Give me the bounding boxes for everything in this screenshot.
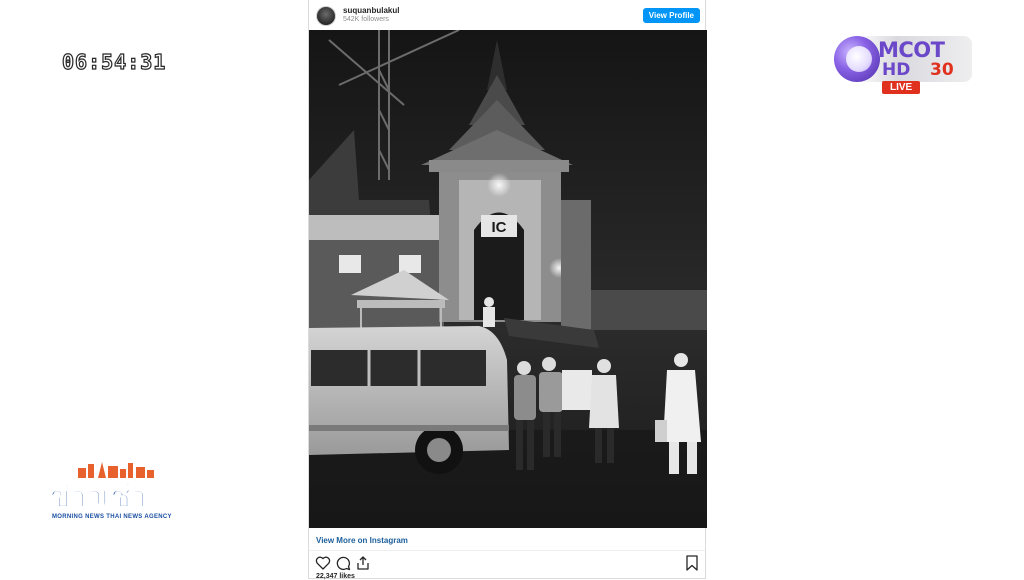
- photo-scene: IC: [309, 30, 707, 528]
- bookmark-icon[interactable]: [685, 555, 699, 571]
- divider: [309, 550, 705, 551]
- instagram-embed: suquanbulakul 542K followers View Profil…: [308, 0, 707, 580]
- embed-header: suquanbulakul 542K followers View Profil…: [309, 0, 705, 30]
- logo-hd: HD: [882, 60, 911, 80]
- photo-sign-text: IC: [492, 219, 507, 236]
- avatar[interactable]: [316, 6, 336, 26]
- logo-word: MCOT: [878, 38, 945, 62]
- view-profile-button[interactable]: View Profile: [642, 8, 700, 23]
- heart-icon[interactable]: [315, 555, 331, 571]
- comment-icon[interactable]: [335, 555, 351, 571]
- post-photo[interactable]: IC: [309, 30, 707, 528]
- news-logo-subtitle: MORNING NEWS THAI NEWS AGENCY: [52, 514, 172, 520]
- logo-channel-number: 30: [930, 60, 954, 80]
- live-badge: LIVE: [882, 81, 921, 94]
- channel-logo: MCOT HD 30 LIVE: [834, 36, 974, 96]
- share-icon[interactable]: [355, 555, 371, 571]
- username[interactable]: suquanbulakul: [343, 6, 399, 15]
- clock-display: 06:54:31: [61, 49, 167, 74]
- news-program-logo: ข่าวเช้า MORNING NEWS THAI NEWS AGENCY: [50, 460, 172, 526]
- follower-count: 542K followers: [343, 16, 389, 23]
- view-more-link[interactable]: View More on Instagram: [316, 536, 408, 545]
- logo-orb-icon: [834, 36, 880, 82]
